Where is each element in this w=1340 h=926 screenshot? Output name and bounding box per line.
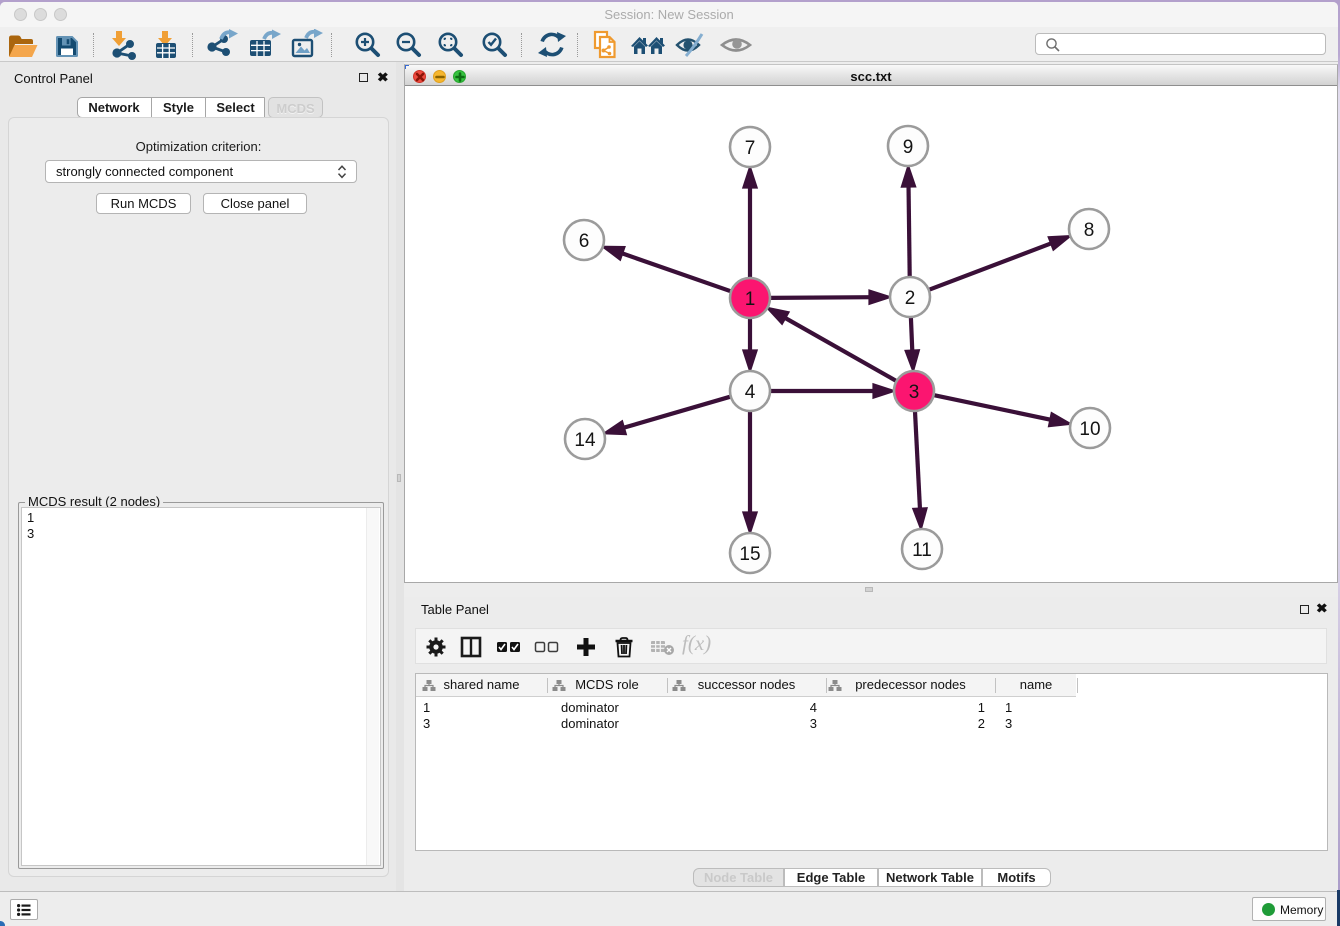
svg-text:1: 1 — [745, 289, 756, 310]
svg-text:2: 2 — [905, 288, 916, 309]
svg-text:14: 14 — [574, 430, 596, 451]
svg-text:10: 10 — [1079, 419, 1100, 440]
svg-text:11: 11 — [912, 540, 932, 561]
svg-text:8: 8 — [1084, 220, 1095, 241]
svg-text:6: 6 — [579, 231, 590, 252]
svg-text:7: 7 — [745, 138, 756, 159]
svg-text:9: 9 — [903, 137, 914, 158]
svg-text:15: 15 — [739, 544, 760, 565]
svg-text:4: 4 — [745, 382, 756, 403]
svg-text:3: 3 — [909, 382, 920, 403]
